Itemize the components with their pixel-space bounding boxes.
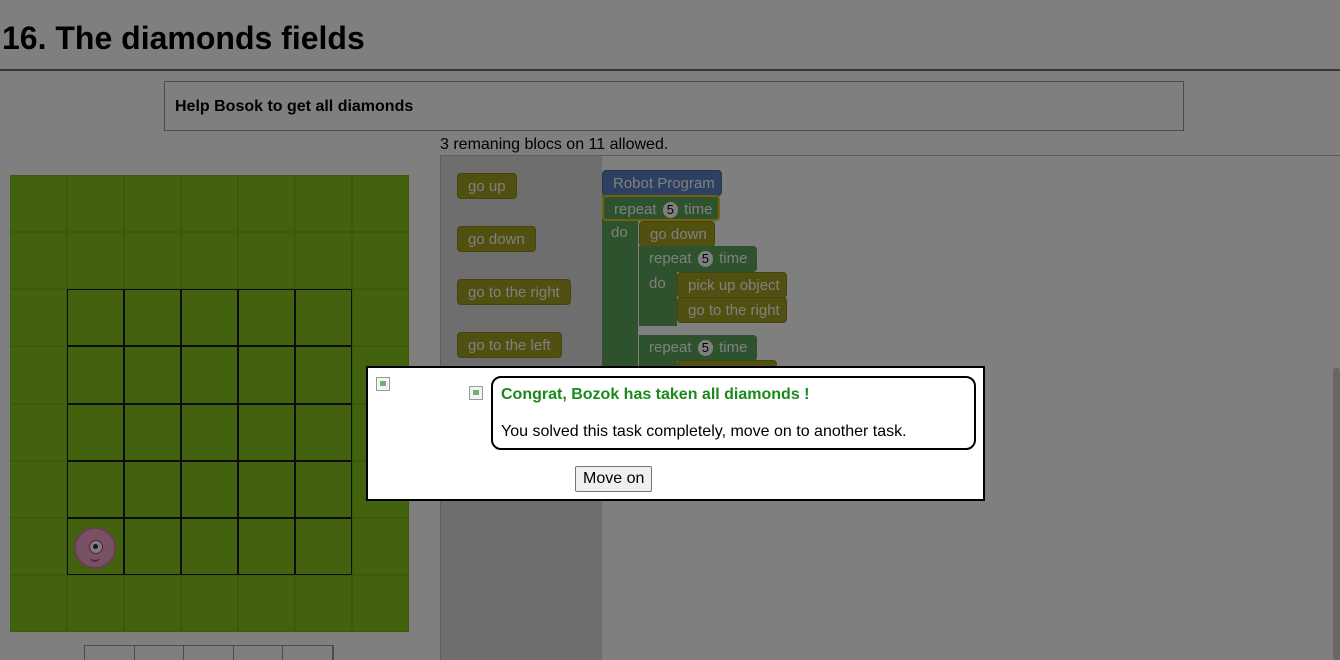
broken-image-icon xyxy=(376,377,390,391)
message-box: Congrat, Bozok has taken all diamonds ! … xyxy=(491,376,976,450)
modal-backdrop xyxy=(0,0,1340,660)
broken-image-icon xyxy=(469,386,483,400)
success-title: Congrat, Bozok has taken all diamonds ! xyxy=(501,386,810,403)
success-dialog: Congrat, Bozok has taken all diamonds ! … xyxy=(366,366,985,501)
move-on-button[interactable]: Move on xyxy=(575,466,653,492)
success-message: You solved this task completely, move on… xyxy=(501,423,907,440)
